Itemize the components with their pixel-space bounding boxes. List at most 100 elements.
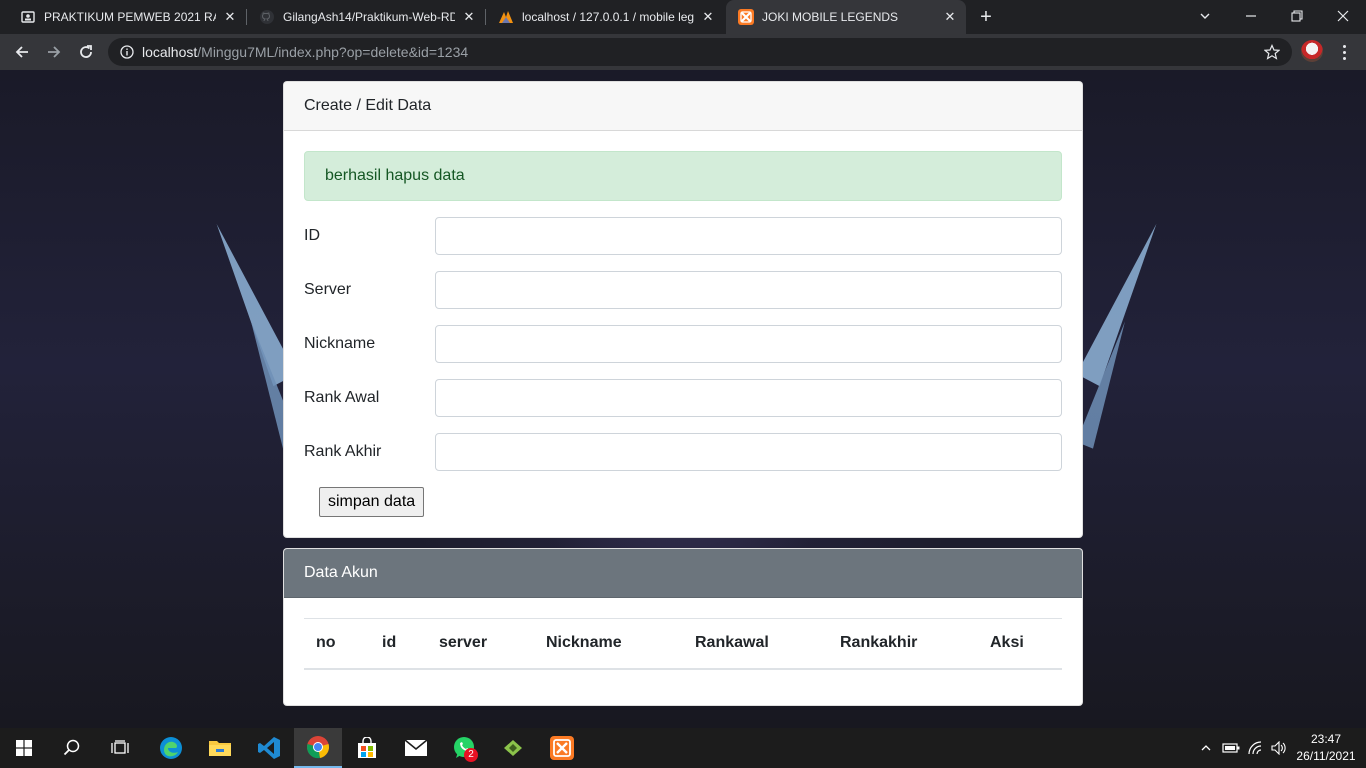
form-card: Create / Edit Data berhasil hapus data I…: [283, 81, 1083, 538]
search-button[interactable]: [48, 728, 96, 768]
task-view-icon: [111, 740, 129, 754]
server-input[interactable]: [435, 271, 1062, 309]
success-alert: berhasil hapus data: [304, 151, 1062, 201]
github-icon: [259, 9, 275, 25]
rank-akhir-input[interactable]: [435, 433, 1062, 471]
address-bar[interactable]: localhost/Minggu7ML/index.php?op=delete&…: [108, 38, 1292, 66]
chevron-up-icon: [1201, 745, 1211, 751]
taskbar-vscode[interactable]: [245, 728, 293, 768]
star-icon: [1264, 44, 1280, 60]
column-header-nickname: Nickname: [534, 618, 683, 670]
xampp-icon: [738, 9, 754, 25]
file-explorer-icon: [209, 741, 231, 756]
edge-icon: [160, 737, 182, 759]
nickname-label: Nickname: [304, 335, 376, 352]
field-row-nickname: Nickname: [304, 325, 1062, 363]
rank-akhir-label: Rank Akhir: [304, 443, 382, 460]
clock-date: 26/11/2021: [1296, 749, 1356, 763]
close-icon[interactable]: ✕: [700, 9, 716, 25]
field-row-server: Server: [304, 271, 1062, 309]
save-button[interactable]: simpan data: [319, 487, 425, 517]
field-row-rank-akhir: Rank Akhir: [304, 433, 1062, 471]
wifi-icon: [1248, 741, 1262, 755]
close-icon[interactable]: ✕: [942, 9, 958, 25]
store-icon: [358, 737, 376, 758]
profile-avatar[interactable]: [1301, 40, 1323, 62]
table-card-body: no id server Nickname Rankawal Rankakhir…: [284, 598, 1082, 690]
close-window-button[interactable]: [1320, 0, 1366, 32]
windows-logo-icon: [16, 740, 32, 756]
info-icon: [120, 45, 134, 59]
tab-title: PRAKTIKUM PEMWEB 2021 RA, R: [44, 10, 216, 24]
forward-button[interactable]: [40, 38, 68, 66]
arrow-right-icon: [48, 46, 61, 58]
table-header-row: no id server Nickname Rankawal Rankakhir…: [304, 618, 1062, 670]
minimize-icon: [1246, 15, 1256, 17]
tab-praktikum[interactable]: PRAKTIKUM PEMWEB 2021 RA, R ✕: [8, 0, 246, 34]
form-card-title: Create / Edit Data: [284, 82, 1082, 131]
phpmyadmin-icon: [498, 9, 514, 25]
task-view-button[interactable]: [96, 728, 144, 768]
start-button[interactable]: [0, 728, 48, 768]
tab-joki-active[interactable]: JOKI MOBILE LEGENDS ✕: [726, 0, 966, 34]
tab-github[interactable]: GilangAsh14/Praktikum-Web-RD ✕: [247, 0, 485, 34]
new-tab-button[interactable]: +: [976, 7, 996, 27]
system-clock[interactable]: 23:47 26/11/2021: [1290, 731, 1362, 765]
tab-title: localhost / 127.0.0.1 / mobile leg: [522, 10, 694, 24]
volume-icon: [1271, 741, 1286, 755]
chrome-icon: [307, 736, 329, 759]
search-icon: [63, 739, 80, 756]
close-icon[interactable]: ✕: [222, 9, 238, 25]
data-table: no id server Nickname Rankawal Rankakhir…: [304, 618, 1062, 670]
url-host: localhost: [142, 44, 198, 60]
clock-time: 23:47: [1310, 732, 1342, 746]
back-button[interactable]: [8, 38, 36, 66]
taskbar-app[interactable]: [489, 728, 537, 768]
taskbar-file-explorer[interactable]: [196, 728, 244, 768]
nickname-input[interactable]: [435, 325, 1062, 363]
minimize-button[interactable]: [1228, 0, 1274, 32]
taskbar-edge[interactable]: [147, 728, 195, 768]
tab-phpmyadmin[interactable]: localhost / 127.0.0.1 / mobile leg ✕: [486, 0, 724, 34]
arrow-left-icon: [15, 46, 28, 58]
taskbar-store[interactable]: [343, 728, 391, 768]
battery-icon: [1222, 743, 1240, 753]
browser-toolbar: localhost/Minggu7ML/index.php?op=delete&…: [0, 34, 1366, 70]
tab-title: JOKI MOBILE LEGENDS: [762, 10, 899, 24]
column-header-id: id: [370, 618, 427, 670]
restore-icon: [1291, 10, 1303, 22]
page-viewport: Create / Edit Data berhasil hapus data I…: [0, 70, 1366, 728]
id-label: ID: [304, 227, 320, 244]
mail-icon: [404, 739, 428, 756]
more-menu-icon[interactable]: [1337, 38, 1351, 66]
background-art: [193, 223, 297, 387]
wifi-status[interactable]: [1245, 728, 1267, 768]
reload-button[interactable]: [72, 38, 100, 66]
taskbar-xampp[interactable]: [538, 728, 586, 768]
xampp-icon: [550, 736, 574, 760]
taskbar-mail[interactable]: [392, 728, 440, 768]
browser-tab-strip: PRAKTIKUM PEMWEB 2021 RA, R ✕ GilangAsh1…: [0, 0, 1366, 34]
restore-button[interactable]: [1274, 0, 1320, 32]
windows-taskbar: 2 23:47 26/11/2021: [0, 728, 1366, 768]
app-icon: [504, 740, 522, 756]
table-card-title: Data Akun: [284, 549, 1082, 598]
close-icon[interactable]: ✕: [461, 9, 477, 25]
tab-search-button[interactable]: [1182, 0, 1228, 32]
url-path: /Minggu7ML/index.php?op=delete&id=1234: [197, 44, 469, 60]
column-header-rankawal: Rankawal: [683, 618, 828, 670]
volume-status[interactable]: [1268, 728, 1290, 768]
battery-status[interactable]: [1220, 728, 1242, 768]
show-hidden-icons[interactable]: [1196, 728, 1216, 768]
rank-awal-input[interactable]: [435, 379, 1062, 417]
column-header-no: no: [304, 618, 370, 670]
taskbar-chrome[interactable]: [294, 728, 342, 768]
field-row-id: ID: [304, 217, 1062, 255]
id-input[interactable]: [435, 217, 1062, 255]
taskbar-whatsapp[interactable]: [440, 728, 488, 768]
chevron-down-icon: [1200, 13, 1210, 19]
form-card-body: berhasil hapus data ID Server Nickname R…: [284, 131, 1082, 537]
vscode-icon: [258, 737, 280, 759]
rank-awal-label: Rank Awal: [304, 389, 380, 406]
server-label: Server: [304, 281, 352, 298]
